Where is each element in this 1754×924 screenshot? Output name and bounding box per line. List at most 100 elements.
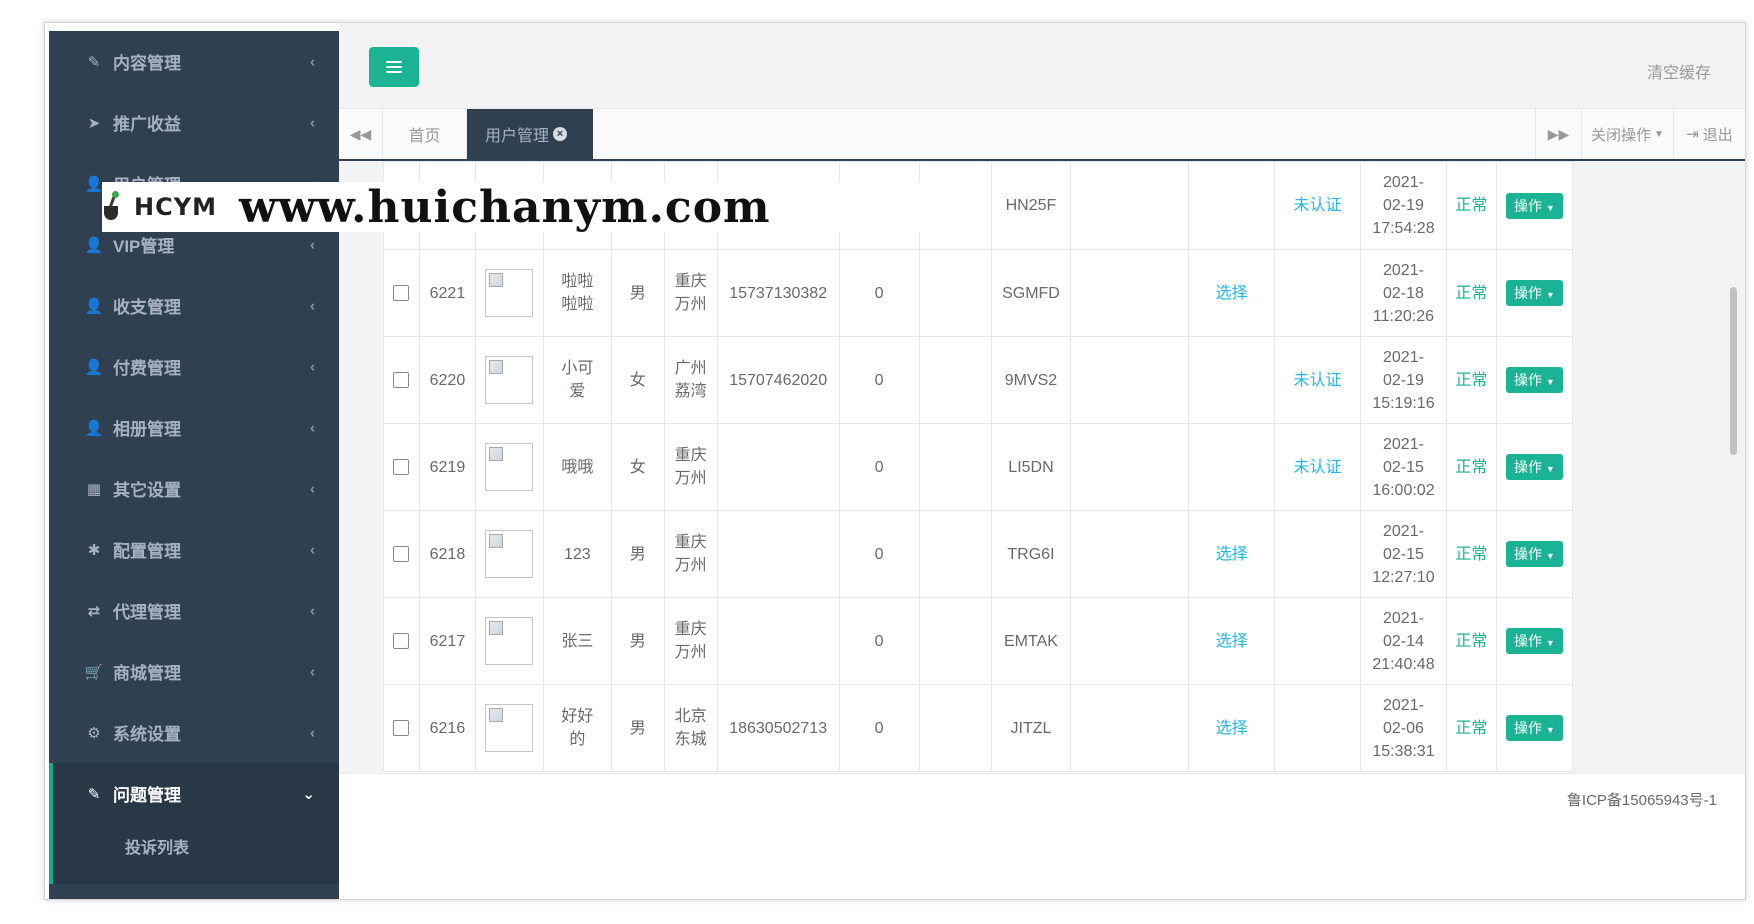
ops-dropdown-button[interactable]: 操作 ▼ xyxy=(1506,192,1563,219)
row-checkbox[interactable] xyxy=(393,285,410,302)
caret-down-icon: ▼ xyxy=(1545,377,1555,387)
vertical-scrollbar[interactable] xyxy=(1730,287,1737,455)
sidebar-item-issues[interactable]: ✎ 问题管理 ⌄ xyxy=(49,763,339,824)
close-circle-icon[interactable]: × xyxy=(553,127,568,141)
menu-toggle-button[interactable] xyxy=(369,47,419,87)
sidebar-item-9[interactable]: ⇄ 代理管理 ‹ xyxy=(49,580,339,641)
sidebar-item-label: VIP管理 xyxy=(113,237,175,256)
avatar-cell xyxy=(474,510,544,598)
ops-label: 操作 xyxy=(1514,546,1543,562)
sidebar-item-8[interactable]: ✱ 配置管理 ‹ xyxy=(49,519,339,580)
row-checkbox[interactable] xyxy=(393,546,410,563)
select-cell-text[interactable]: 选择 xyxy=(1216,633,1248,650)
auth-cell-text[interactable]: 未认证 xyxy=(1294,459,1342,476)
sidebar-item-1[interactable]: ➤ 推广收益 ‹ xyxy=(49,92,339,153)
user-icon: 👤 xyxy=(84,297,104,315)
row-checkbox[interactable] xyxy=(393,633,410,650)
status-cell: 正常 xyxy=(1445,510,1497,598)
table-row: 6219 哦哦 女 重庆万州 0 LI5DN 未认证 2021- 02-15 16:00:02 正常… xyxy=(383,423,1573,511)
status-cell: 正常 xyxy=(1445,161,1497,250)
close-operations-dropdown[interactable]: 关闭操作 ▼ xyxy=(1581,109,1673,159)
sidebar-item-0[interactable]: ✎ 内容管理 ‹ xyxy=(49,31,339,92)
avatar-cell xyxy=(474,597,544,685)
select-cell xyxy=(383,684,420,772)
invite-code-cell-text: LI5DN xyxy=(1008,458,1054,476)
sidebar-item-4[interactable]: 👤 收支管理 ‹ xyxy=(49,275,339,336)
table-row: 6220 小可爱 女 广州荔湾 15707462020 0 9MVS2 未认证 2021- 02-… xyxy=(383,336,1573,424)
date-year: 2021- xyxy=(1383,696,1424,714)
ops-dropdown-button[interactable]: 操作 ▼ xyxy=(1506,367,1563,393)
sidebar-item-10[interactable]: 🛒 商城管理 ‹ xyxy=(49,641,339,702)
ops-label: 操作 xyxy=(1514,372,1543,388)
gender-cell: 男 xyxy=(610,684,665,772)
blank-cell xyxy=(1070,336,1190,424)
id-cell: 6219 xyxy=(418,423,476,511)
tab-scroll-right-button[interactable]: ▶▶ xyxy=(1535,109,1581,159)
exchange-icon: ⇄ xyxy=(87,602,101,620)
ops-dropdown-button[interactable]: 操作 ▼ xyxy=(1506,541,1563,567)
auth-cell-text[interactable]: 未认证 xyxy=(1294,197,1342,214)
chevron-left-icon: ‹ xyxy=(310,53,315,70)
main-content: 6223人女市15683180818100.0随波逐流HN25F未认证2021-… xyxy=(339,161,1745,773)
sidebar-item-5[interactable]: 👤 付费管理 ‹ xyxy=(49,336,339,397)
select-cell xyxy=(383,336,420,424)
auth-cell: 未认证 xyxy=(1274,423,1361,511)
balance-cell: 0 xyxy=(838,597,920,685)
select-cell xyxy=(383,249,420,337)
gender-cell-text: 女 xyxy=(629,458,646,476)
sidebar-item-6[interactable]: 👤 相册管理 ‹ xyxy=(49,397,339,458)
region-text: 重庆万州 xyxy=(674,273,707,313)
note-cell xyxy=(918,423,992,511)
region-text: 重庆万州 xyxy=(674,534,707,574)
ops-dropdown-button[interactable]: 操作 ▼ xyxy=(1506,280,1563,306)
select-cell-text[interactable]: 选择 xyxy=(1216,285,1248,302)
id-cell-text: 6218 xyxy=(429,545,466,563)
edit-icon: ✎ xyxy=(87,785,101,803)
clear-cache-link[interactable]: 清空缓存 xyxy=(1647,59,1711,83)
phone-cell-text: 15707462020 xyxy=(729,371,828,389)
ops-dropdown-button[interactable]: 操作 ▼ xyxy=(1506,715,1563,741)
select-cell-text[interactable]: 选择 xyxy=(1216,546,1248,563)
chevron-left-icon: ‹ xyxy=(310,297,315,314)
ops-cell: 操作 ▼ xyxy=(1495,249,1573,337)
select-cell-text[interactable]: 选择 xyxy=(1216,720,1248,737)
tab-scroll-left-button[interactable]: ◀◀ xyxy=(339,109,383,159)
tab-home[interactable]: 首页 xyxy=(383,109,467,159)
balance-cell-text: 0 xyxy=(874,719,884,737)
shovel-logo-icon xyxy=(102,191,122,221)
logout-button[interactable]: ⇥ 退出 xyxy=(1673,109,1745,159)
phone-cell: 18630502713 xyxy=(716,684,840,772)
cogs-icon: ⚙ xyxy=(87,724,101,742)
select-cell xyxy=(1188,336,1276,424)
invite-code-cell: HN25F xyxy=(990,161,1072,250)
ops-cell: 操作 ▼ xyxy=(1495,161,1573,250)
ops-label: 操作 xyxy=(1514,197,1543,214)
chevron-left-icon: ‹ xyxy=(310,541,315,558)
row-checkbox[interactable] xyxy=(393,720,410,737)
chevron-left-icon: ‹ xyxy=(310,236,315,253)
sidebar-item-11[interactable]: ⚙ 系统设置 ‹ xyxy=(49,702,339,763)
name-cell: 好好的 xyxy=(542,684,612,772)
row-checkbox[interactable] xyxy=(393,372,410,389)
sidebar-subitem-complaints[interactable]: 投诉列表 xyxy=(53,824,339,868)
sidebar-item-label: 系统设置 xyxy=(113,725,181,744)
auth-cell-text[interactable]: 未认证 xyxy=(1294,372,1342,389)
status-cell-text: 正常 xyxy=(1455,719,1488,737)
blank-cell xyxy=(1070,423,1190,511)
note-cell xyxy=(918,597,992,685)
sidebar-item-7[interactable]: ▦ 其它设置 ‹ xyxy=(49,458,339,519)
tab-user-management[interactable]: 用户管理 × xyxy=(467,109,593,159)
invite-code-cell-text: JITZL xyxy=(1010,719,1052,737)
ops-dropdown-button[interactable]: 操作 ▼ xyxy=(1506,628,1563,654)
tab-bar: ◀◀ 首页 用户管理 × ▶▶ 关闭操作 ▼ ⇥ 退出 xyxy=(339,109,1745,161)
table-row: 6221 啦啦啦啦 男 重庆万州 15737130382 0 SGMFD 选择 2021- 02-… xyxy=(383,249,1573,337)
name-cell: 啦啦啦啦 xyxy=(542,249,612,337)
ops-cell: 操作 ▼ xyxy=(1495,684,1573,772)
ops-dropdown-button[interactable]: 操作 ▼ xyxy=(1506,454,1563,480)
row-checkbox[interactable] xyxy=(393,459,410,476)
broken-image-icon xyxy=(489,273,504,287)
ops-label: 操作 xyxy=(1514,459,1543,475)
ops-cell: 操作 ▼ xyxy=(1495,423,1573,511)
invite-code-cell: SGMFD xyxy=(990,249,1072,337)
balance-cell-text: 0 xyxy=(874,632,884,650)
